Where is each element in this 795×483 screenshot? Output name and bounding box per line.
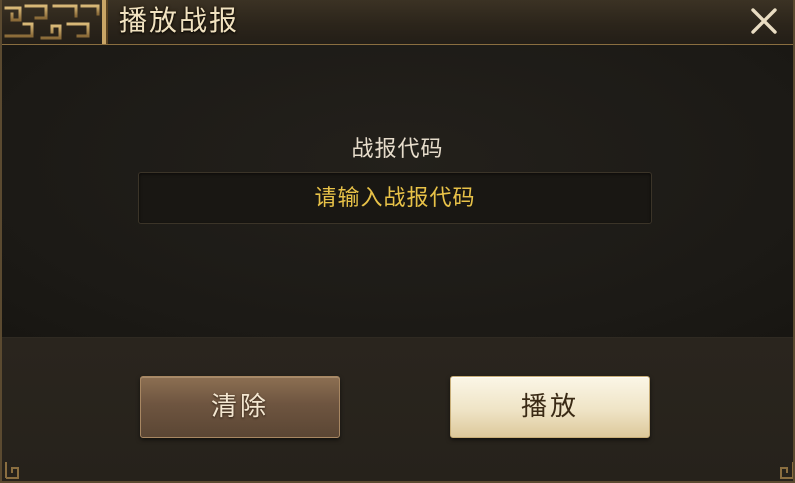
corner-ornament-icon bbox=[5, 462, 19, 479]
close-icon bbox=[751, 8, 777, 34]
battle-code-input[interactable] bbox=[138, 172, 652, 224]
dialog-title: 播放战报 bbox=[119, 4, 240, 37]
corner-ornament-icon bbox=[780, 462, 793, 479]
dialog-body: 战报代码 bbox=[2, 45, 793, 337]
clear-button[interactable]: 清除 bbox=[140, 376, 340, 438]
dialog-footer: 清除 播放 bbox=[2, 337, 793, 481]
play-button[interactable]: 播放 bbox=[450, 376, 650, 438]
title-bar: 播放战报 bbox=[2, 0, 793, 45]
battle-code-label: 战报代码 bbox=[351, 137, 444, 162]
title-ornament-icon bbox=[4, 0, 108, 44]
battle-report-dialog: 播放战报 战报代码 清除 播放 bbox=[0, 0, 795, 483]
close-button[interactable] bbox=[747, 4, 781, 38]
